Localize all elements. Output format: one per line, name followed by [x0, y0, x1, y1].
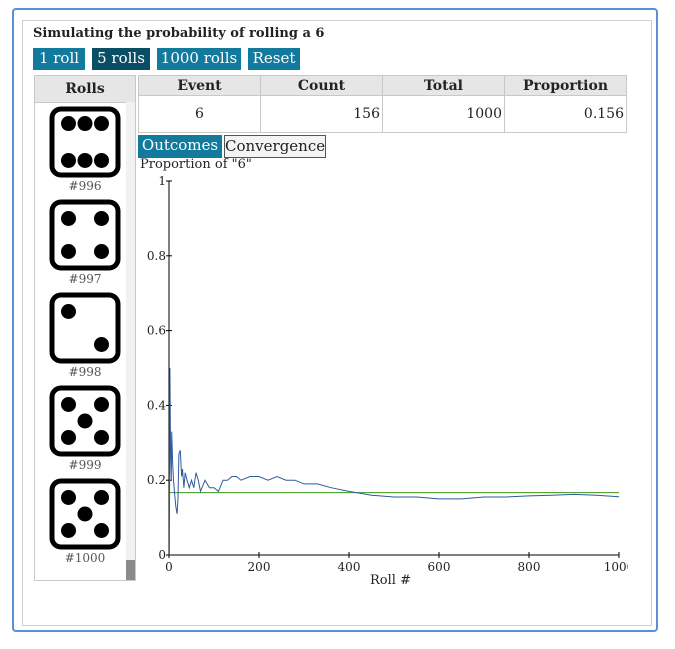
rolls-header: Rolls	[35, 76, 135, 103]
die-pip	[94, 211, 109, 226]
die-pip	[94, 397, 109, 412]
x-tick-label: 1000	[604, 560, 628, 574]
x-tick-label: 600	[428, 560, 451, 574]
roll-number-label: #998	[68, 365, 102, 379]
die-pip	[61, 430, 76, 445]
roll-1-button[interactable]: 1 roll	[33, 48, 85, 70]
die-face-6-icon	[49, 106, 121, 178]
cell-proportion: 0.156	[504, 95, 627, 133]
die-pip	[94, 337, 109, 352]
roll-number-label: #999	[68, 458, 102, 472]
roll-5-button[interactable]: 5 rolls	[92, 48, 150, 70]
chart-xlabel: Roll #	[370, 573, 411, 588]
die-pip	[61, 244, 76, 259]
y-tick-label: 1	[158, 174, 166, 188]
proportion-series-line	[168, 367, 620, 556]
die-pip	[94, 523, 109, 538]
die-face-5-icon	[49, 385, 121, 457]
roll-item: #997	[45, 199, 125, 286]
stats-header-row: Event Count Total Proportion	[138, 75, 627, 96]
die-pip	[77, 152, 93, 168]
roll-item: #998	[45, 292, 125, 379]
roll-number-label: #996	[68, 179, 102, 193]
roll-number-label: #997	[68, 272, 102, 286]
roll-number-label: #1000	[64, 551, 106, 565]
header-total: Total	[382, 75, 505, 96]
header-count: Count	[260, 75, 383, 96]
die-pip	[77, 116, 93, 132]
y-tick-label: 0.2	[147, 473, 166, 487]
die-pip	[61, 116, 76, 132]
y-tick-label: 0.6	[147, 324, 166, 338]
die-face-4-icon	[49, 199, 121, 271]
die-pip	[94, 116, 109, 132]
stats-table: Event Count Total Proportion 6 156 1000 …	[138, 75, 627, 133]
y-tick-label: 0.4	[147, 398, 166, 412]
die-face-2-icon	[49, 292, 121, 364]
die-pip	[61, 490, 76, 505]
roll-1000-button[interactable]: 1000 rolls	[157, 48, 241, 70]
header-proportion: Proportion	[504, 75, 627, 96]
die-pip	[94, 430, 109, 445]
rolls-scrollbar-thumb[interactable]	[126, 560, 135, 580]
page-title: Simulating the probability of rolling a …	[33, 26, 325, 41]
die-pip	[61, 152, 76, 168]
die-face-5-icon	[49, 478, 121, 550]
die-pip	[61, 304, 76, 319]
stats-row: 6 156 1000 0.156	[138, 95, 627, 133]
die-pip	[77, 506, 93, 522]
convergence-chart: 00.20.40.60.8102004006008001000	[147, 174, 628, 574]
die-pip	[61, 211, 76, 226]
cell-event: 6	[138, 95, 261, 133]
x-tick-label: 800	[518, 560, 541, 574]
x-tick-label: 400	[338, 560, 361, 574]
die-pip	[94, 244, 109, 259]
cell-total: 1000	[382, 95, 505, 133]
die-pip	[94, 490, 109, 505]
die-pip	[61, 397, 76, 412]
header-event: Event	[138, 75, 261, 96]
y-tick-label: 0.8	[147, 249, 166, 263]
tab-convergence[interactable]: Convergence	[224, 135, 326, 158]
cell-count: 156	[260, 95, 383, 133]
roll-item: #999	[45, 385, 125, 472]
roll-item: #1000	[45, 478, 125, 565]
rolls-panel[interactable]: Rolls #996 #997 #998 #999 #1000	[34, 75, 136, 581]
x-tick-label: 200	[248, 560, 271, 574]
tab-outcomes[interactable]: Outcomes	[138, 135, 222, 158]
die-pip	[77, 413, 93, 429]
die-pip	[61, 523, 76, 538]
reset-button[interactable]: Reset	[248, 48, 300, 70]
x-tick-label: 0	[165, 560, 173, 574]
die-pip	[94, 152, 109, 168]
roll-item: #996	[45, 106, 125, 193]
rolls-scrollbar[interactable]	[126, 102, 135, 580]
